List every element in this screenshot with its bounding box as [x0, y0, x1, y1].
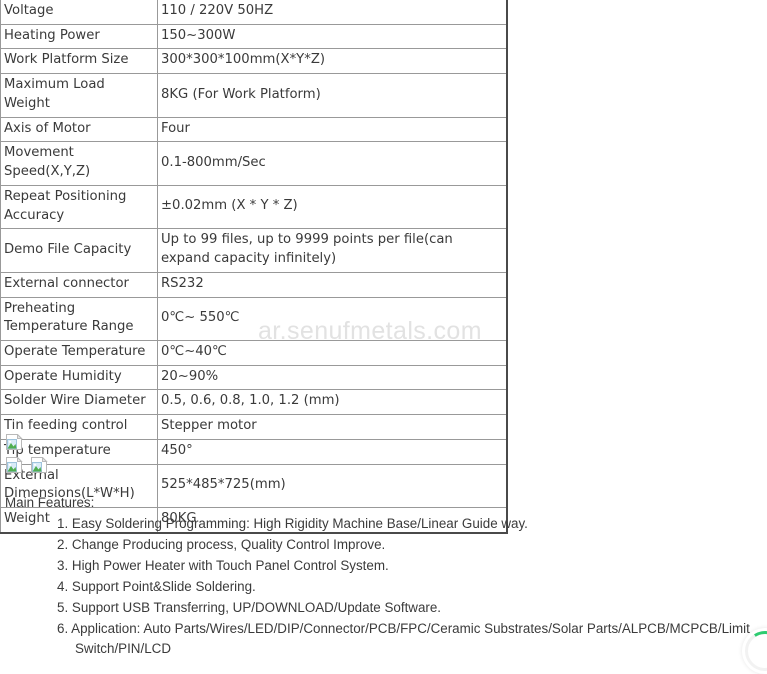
spec-label-cell: Work Platform Size — [0, 48, 158, 75]
specification-table-container: Voltage 110 / 220V 50HZ Heating Power 150~3… — [0, 0, 508, 534]
list-item: Support Point&Slide Soldering. — [71, 578, 256, 594]
table-row: Solder Wire Diameter 0.5, 0.6, 0.8, 1.0, … — [0, 389, 507, 416]
table-row: External connector RS232 — [0, 271, 507, 298]
table-row: Operate Temperature 0℃~40℃ — [0, 340, 507, 366]
main-features-list: Easy Soldering Programming: High Rigidit… — [5, 514, 763, 659]
product-image-row-2 — [6, 456, 52, 475]
table-row: Tin feeding control Stepper motor — [0, 414, 507, 440]
list-item: Change Producing process, Quality Contro… — [71, 536, 386, 552]
spec-label-cell: Heating Power — [0, 23, 158, 50]
table-row: Axis of Motor Four — [0, 116, 507, 143]
spec-value-cell: Up to 99 files, up to 9999 points per fi… — [157, 228, 507, 273]
spec-value-cell: 0.1-800mm/Sec — [157, 141, 507, 186]
table-row: Demo File Capacity Up to 99 files, up to … — [0, 228, 507, 273]
list-item: Easy Soldering Programming: High Rigidit… — [71, 515, 528, 531]
spec-value-cell: 300*300*100mm(X*Y*Z) — [157, 48, 507, 75]
spec-value-cell: 110 / 220V 50HZ — [157, 0, 507, 25]
spec-label-cell: Axis of Motor — [0, 116, 158, 143]
spec-label-cell: Preheating Temperature Range — [0, 296, 158, 342]
specification-table: Voltage 110 / 220V 50HZ Heating Power 150~3… — [0, 0, 508, 534]
list-item: Support USB Transferring, UP/DOWNLOAD/Up… — [71, 599, 442, 615]
spec-label-cell: Demo File Capacity — [0, 228, 158, 273]
spec-label-cell: External connector — [0, 271, 158, 298]
broken-image-icon — [6, 456, 23, 473]
main-features-section: Main Features: Easy Soldering Programmin… — [5, 493, 763, 660]
product-image-row-1 — [6, 433, 23, 452]
spec-label-cell: Operate Temperature — [0, 340, 158, 366]
list-item: Application: Auto Parts/Wires/LED/DIP/Co… — [71, 620, 750, 656]
spec-label-cell: Tin feeding control — [0, 414, 158, 440]
table-row: Operate Humidity 20~90% — [0, 364, 507, 391]
spec-value-cell: Stepper motor — [157, 414, 507, 440]
table-row: Maximum Load Weight 8KG (For Work Platfor… — [0, 73, 507, 118]
spec-value-cell: 0.5, 0.6, 0.8, 1.0, 1.2 (mm) — [157, 389, 507, 416]
table-row: Voltage 110 / 220V 50HZ — [0, 0, 507, 25]
spec-value-cell: RS232 — [157, 271, 507, 298]
table-row: Preheating Temperature Range 0℃~ 550℃ — [0, 296, 507, 342]
spec-label-cell: Maximum Load Weight — [0, 73, 158, 118]
broken-image-icon — [6, 433, 23, 450]
table-row: Tip temperature 450° — [0, 438, 507, 465]
spec-label-cell: Solder Wire Diameter — [0, 389, 158, 416]
specification-table-body: Voltage 110 / 220V 50HZ Heating Power 150~3… — [0, 0, 507, 534]
spec-label-cell: Repeat Positioning Accuracy — [0, 184, 158, 230]
spec-value-cell: 0℃~40℃ — [157, 340, 507, 366]
main-features-heading: Main Features: — [5, 495, 95, 510]
spec-value-cell: ±0.02mm (X * Y * Z) — [157, 184, 507, 230]
table-row: Work Platform Size 300*300*100mm(X*Y*Z) — [0, 48, 507, 75]
spec-value-cell: Four — [157, 116, 507, 143]
table-row: Movement Speed(X,Y,Z) 0.1-800mm/Sec — [0, 141, 507, 186]
table-row: Heating Power 150~300W — [0, 23, 507, 50]
spec-label-cell: Operate Humidity — [0, 364, 158, 391]
spec-value-cell: 450° — [157, 438, 507, 465]
spec-label-cell: Movement Speed(X,Y,Z) — [0, 141, 158, 186]
spec-value-cell: 20~90% — [157, 364, 507, 391]
broken-image-icon — [31, 456, 49, 473]
spec-value-cell: 0℃~ 550℃ — [157, 296, 507, 342]
list-item: High Power Heater with Touch Panel Contr… — [71, 557, 389, 573]
spec-label-cell: Voltage — [0, 0, 158, 25]
spec-value-cell: 8KG (For Work Platform) — [157, 73, 507, 118]
spec-value-cell: 150~300W — [157, 23, 507, 50]
table-row: Repeat Positioning Accuracy ±0.02mm (X * … — [0, 184, 507, 230]
